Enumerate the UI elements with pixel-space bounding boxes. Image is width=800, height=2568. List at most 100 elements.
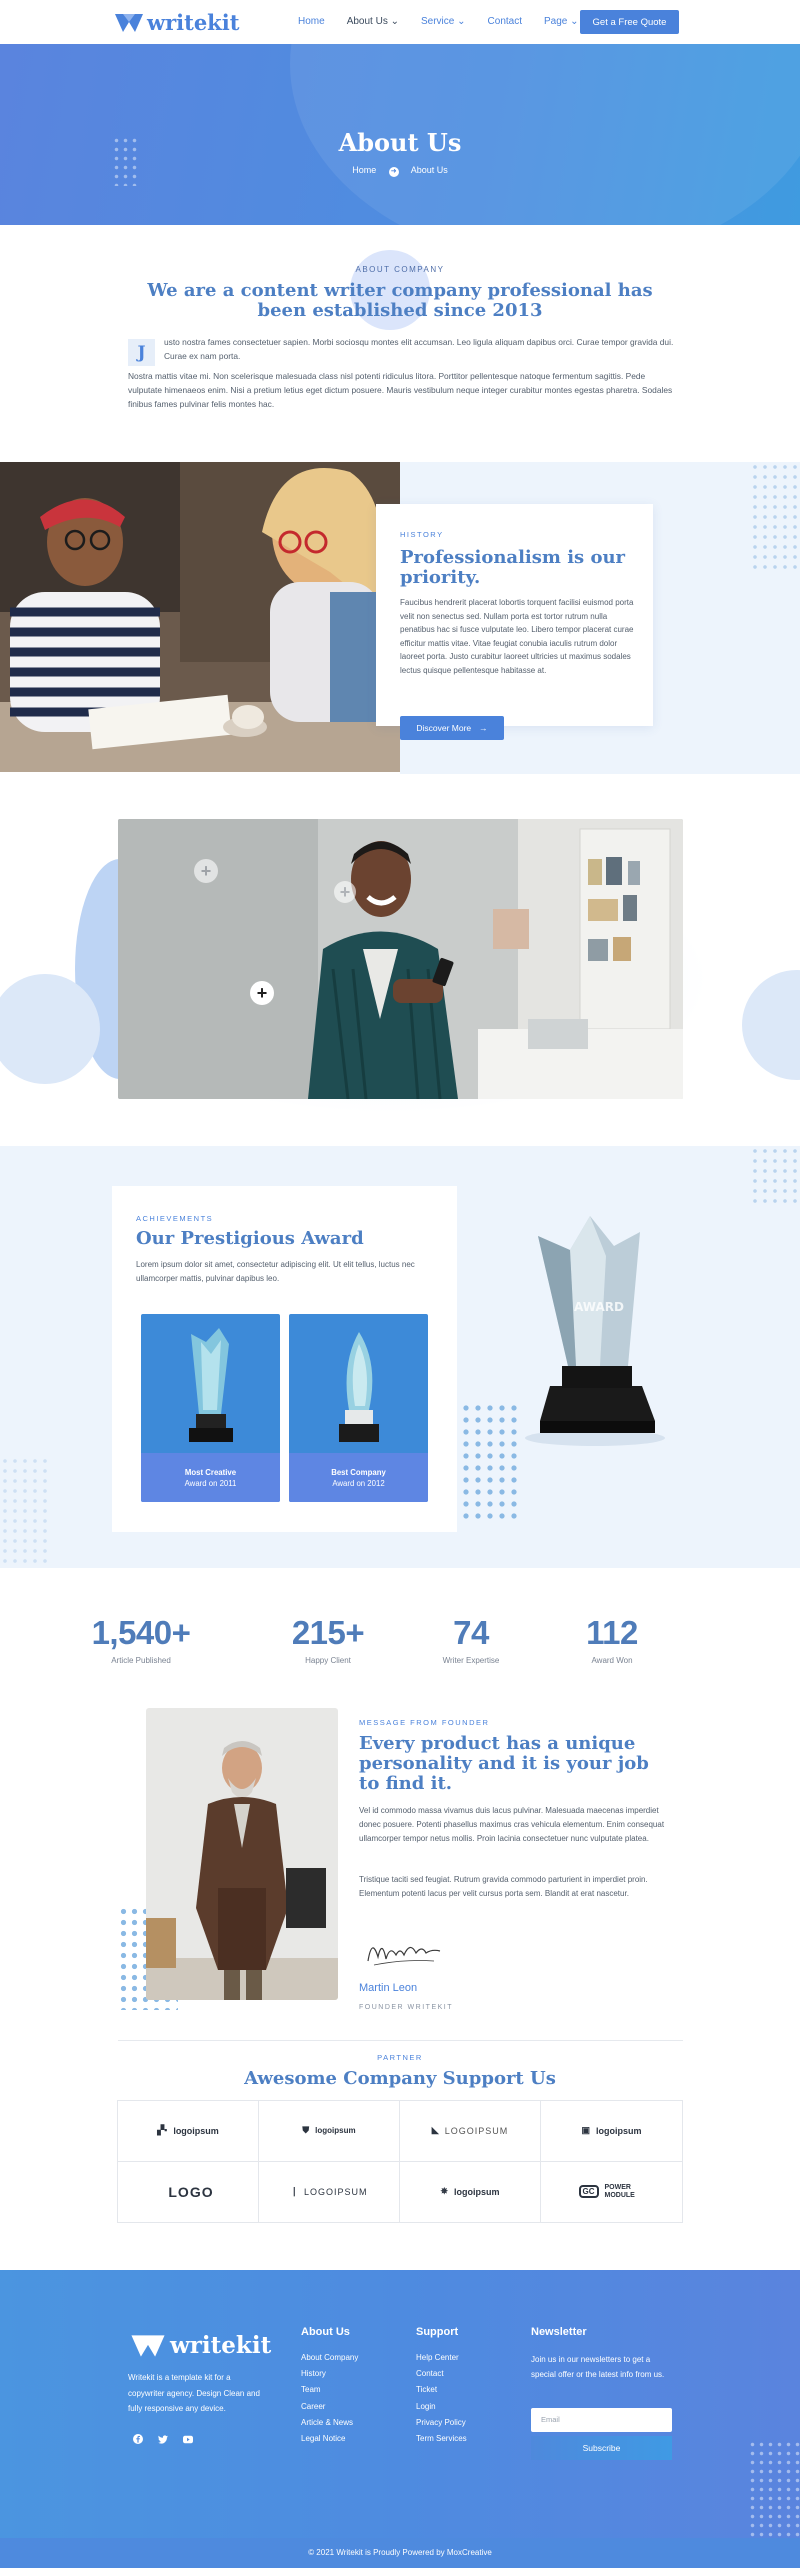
logo-text: writekit: [147, 10, 240, 35]
footer-link[interactable]: Help Center: [416, 2350, 467, 2366]
partner-logo[interactable]: ✵ logoipsum: [400, 2161, 541, 2222]
big-trophy-image: AWARD: [525, 1216, 665, 1446]
partner-logo[interactable]: GC POWER MODULE: [541, 2162, 682, 2223]
history-section: HISTORY Professionalism is our priority.…: [0, 462, 800, 774]
award-card: ACHIEVEMENTS Our Prestigious Award Lorem…: [112, 1186, 457, 1532]
stat-value: 1,540+: [91, 1614, 191, 1651]
partner-eyebrow: PARTNER: [377, 2053, 423, 2062]
award-tile[interactable]: Best Company Award on 2012: [289, 1314, 428, 1502]
about-title: We are a content writer company professi…: [147, 280, 653, 321]
founder-section: MESSAGE FROM FOUNDER Every product has a…: [0, 1678, 800, 2040]
site-header: writekit Home About Us ⌄ Service ⌄ Conta…: [0, 0, 800, 44]
partner-logo-grid: ▞▪ logoipsum ⛊ logoipsum ◣ LOGOIPSUM ▣ logoi…: [117, 2100, 683, 2223]
award-title: Our Prestigious Award: [136, 1228, 364, 1249]
stats-section: 1,540+ Article Published 215+ Happy Client…: [0, 1568, 800, 1678]
partner-section: PARTNER Awesome Company Support Us ▞▪ log…: [0, 2040, 800, 2270]
footer-link[interactable]: Article & News: [301, 2415, 358, 2431]
youtube-icon[interactable]: [183, 2434, 193, 2444]
main-nav: Home About Us ⌄ Service ⌄ Contact Page ⌄: [298, 16, 579, 27]
founder-title: Every product has a unique personality a…: [359, 1733, 649, 1794]
footer-support-title: Support: [416, 2326, 459, 2338]
footer-link[interactable]: Login: [416, 2399, 467, 2415]
footer-link[interactable]: Career: [301, 2399, 358, 2415]
footer-about-title: About Us: [301, 2326, 350, 2338]
footer-link[interactable]: Privacy Policy: [416, 2415, 467, 2431]
chevron-down-icon: ⌄: [457, 16, 466, 27]
footer-logo[interactable]: writekit: [130, 2332, 271, 2359]
nav-home[interactable]: Home: [298, 16, 325, 27]
dot-pattern: [750, 1146, 800, 1206]
award-text: Lorem ipsum dolor sit amet, consectetur …: [136, 1260, 415, 1283]
arrow-right-icon: ➜: [388, 167, 399, 177]
award-tile[interactable]: Most Creative Award on 2011: [141, 1314, 280, 1502]
square-logo-icon: ▣: [581, 2125, 590, 2136]
nav-page[interactable]: Page ⌄: [544, 16, 579, 27]
discover-more-label: Discover More: [416, 723, 472, 733]
breadcrumb-current: About Us: [410, 165, 448, 175]
newsletter-email-input[interactable]: Email: [531, 2408, 672, 2432]
founder-paragraph-1: Vel id commodo massa vivamus duis lacus …: [359, 1806, 665, 1843]
partner-logo[interactable]: ▞▪ logoipsum: [118, 2101, 259, 2162]
shield-logo-icon: ⛊: [302, 2125, 310, 2136]
award-eyebrow: ACHIEVEMENTS: [136, 1214, 214, 1223]
site-footer: writekit Writekit is a template kit for …: [0, 2270, 800, 2568]
founder-paragraph-2: Tristique taciti sed feugiat. Rutrum gra…: [359, 1875, 648, 1898]
hotspot-plus-icon[interactable]: +: [194, 859, 218, 883]
stat-label: Article Published: [111, 1656, 171, 1665]
feather-logo-icon: ❘: [290, 2186, 299, 2197]
partner-logo[interactable]: LOGO: [118, 2161, 259, 2222]
footer-link[interactable]: Team: [301, 2382, 358, 2398]
history-card: HISTORY Professionalism is our priority.…: [376, 504, 653, 740]
partner-logo[interactable]: ❘ LOGOIPSUM: [259, 2161, 400, 2222]
w-logo-icon: [115, 13, 143, 32]
site-logo[interactable]: writekit: [115, 10, 239, 35]
award-tile-caption: Best Company Award on 2012: [289, 1453, 428, 1502]
dot-pattern: [0, 1456, 50, 1566]
blocks-logo-icon: ▞▪: [157, 2125, 168, 2136]
history-text: Faucibus hendrerit placerat lobortis tor…: [400, 598, 634, 675]
partner-logo[interactable]: ▣ logoipsum: [541, 2101, 682, 2162]
founder-eyebrow: MESSAGE FROM FOUNDER: [359, 1718, 490, 1727]
twitter-icon[interactable]: [158, 2434, 168, 2444]
about-eyebrow: ABOUT COMPANY: [355, 265, 445, 274]
gc-logo-icon: GC: [578, 2185, 599, 2199]
footer-link[interactable]: About Company: [301, 2350, 358, 2366]
footer-logo-text: writekit: [170, 2332, 272, 2359]
trophy-engraving: AWARD: [574, 1300, 624, 1314]
footer-description: Writekit is a template kit for a copywri…: [128, 2373, 260, 2413]
social-links: [133, 2434, 193, 2444]
subscribe-button[interactable]: Subscribe: [531, 2436, 672, 2460]
decor-blob: [0, 974, 100, 1084]
history-eyebrow: HISTORY: [400, 530, 444, 539]
footer-link[interactable]: Term Services: [416, 2431, 467, 2447]
footer-link[interactable]: Ticket: [416, 2382, 467, 2398]
footer-link[interactable]: Legal Notice: [301, 2431, 358, 2447]
founder-name: Martin Leon: [359, 1982, 418, 1994]
chevron-down-icon: ⌄: [570, 16, 579, 27]
nav-service[interactable]: Service ⌄: [421, 16, 466, 27]
hotspot-plus-icon[interactable]: +: [334, 881, 356, 903]
partner-logo[interactable]: ⛊ logoipsum: [259, 2101, 400, 2162]
partner-logo[interactable]: ◣ LOGOIPSUM: [400, 2101, 541, 2162]
divider: [118, 2040, 683, 2041]
get-quote-button[interactable]: Get a Free Quote: [580, 10, 679, 34]
history-title: Professionalism is our priority.: [400, 547, 626, 588]
founder-role: FOUNDER WRITEKIT: [359, 2004, 453, 2011]
hotspot-plus-icon[interactable]: +: [250, 981, 274, 1005]
w-logo-icon: [131, 2334, 165, 2357]
nav-contact[interactable]: Contact: [488, 16, 522, 27]
breadcrumb-home[interactable]: Home: [352, 165, 376, 175]
arrow-right-icon: →: [479, 723, 488, 733]
footer-link[interactable]: Contact: [416, 2366, 467, 2382]
newsletter-text: Join us in our newsletters to get a spec…: [531, 2355, 665, 2379]
facebook-icon[interactable]: [133, 2434, 143, 2444]
footer-link[interactable]: History: [301, 2366, 358, 2382]
footer-support-column: Support Help Center Contact Ticket Login…: [416, 2326, 467, 2447]
dot-pattern: [750, 462, 800, 572]
stat-value: 112: [586, 1614, 638, 1651]
women-writing-image: [0, 462, 400, 772]
discover-more-button[interactable]: Discover More →: [400, 716, 504, 740]
nav-about[interactable]: About Us ⌄: [347, 16, 399, 27]
signature-image: [367, 1946, 441, 1966]
footer-about-column: About Us About Company History Team Care…: [301, 2326, 358, 2447]
